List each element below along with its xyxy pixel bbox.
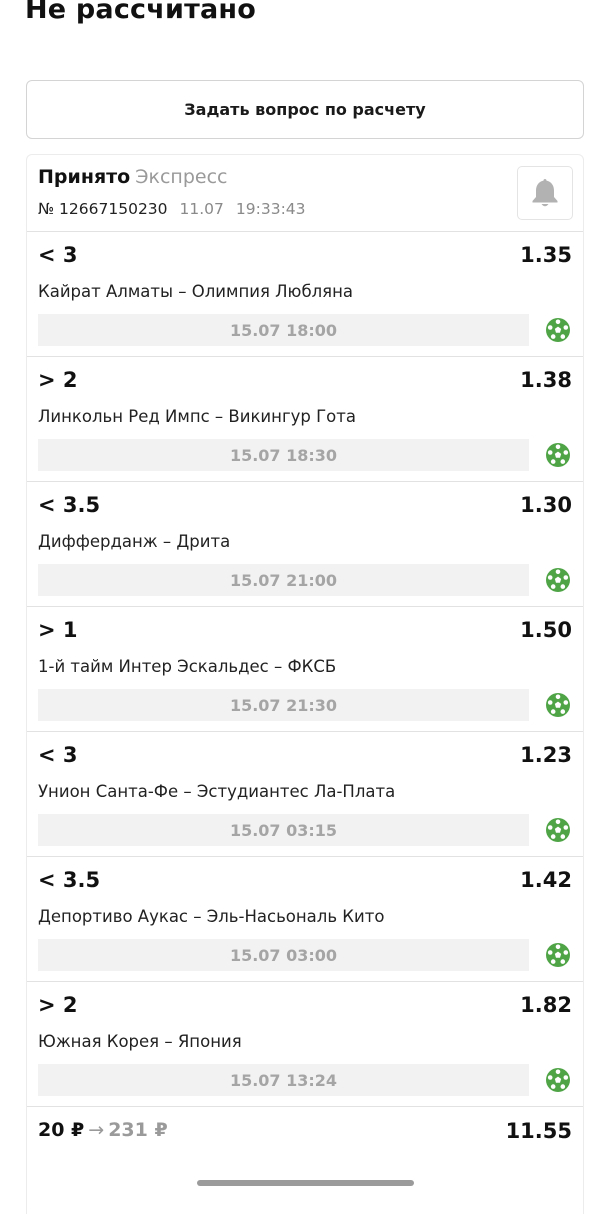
bet-number: № 12667150230 bbox=[38, 200, 168, 218]
event-match: Линкольн Ред Импс – Викингур Гота bbox=[38, 407, 356, 426]
page-title: Не рассчитано bbox=[25, 0, 256, 25]
event-match: Южная Корея – Япония bbox=[38, 1032, 242, 1051]
arrow-right-icon: → bbox=[88, 1119, 105, 1141]
event-datetime: 15.07 03:15 bbox=[38, 814, 529, 846]
bet-header: Принято Экспресс № 12667150230 11.07 19:33:… bbox=[27, 155, 583, 231]
event-row[interactable]: > 2 1.82 Южная Корея – Япония 15.07 13:2… bbox=[27, 981, 583, 1106]
event-datetime: 15.07 13:24 bbox=[38, 1064, 529, 1096]
event-row[interactable]: < 3.5 1.30 Дифферданж – Дрита 15.07 21:0… bbox=[27, 481, 583, 606]
event-match: Депортиво Аукас – Эль-Насьональ Кито bbox=[38, 907, 385, 926]
event-coefficient: 1.82 bbox=[520, 993, 572, 1017]
bet-type: Экспресс bbox=[135, 166, 228, 188]
potential-payout: 231 ₽ bbox=[108, 1119, 168, 1141]
event-outcome: > 1 bbox=[38, 618, 78, 642]
bet-footer: 20 ₽ → 231 ₽ 11.55 bbox=[27, 1106, 583, 1167]
event-row[interactable]: > 2 1.38 Линкольн Ред Импс – Викингур Го… bbox=[27, 356, 583, 481]
event-match: Унион Санта-Фе – Эстудиантес Ла-Плата bbox=[38, 782, 396, 801]
event-datetime: 15.07 18:30 bbox=[38, 439, 529, 471]
event-outcome: < 3.5 bbox=[38, 868, 101, 892]
event-coefficient: 1.50 bbox=[520, 618, 572, 642]
event-outcome: < 3 bbox=[38, 243, 78, 267]
bell-icon bbox=[532, 179, 558, 207]
stake-payout: 20 ₽ → 231 ₽ bbox=[38, 1119, 168, 1141]
bet-status-line: Принято Экспресс bbox=[38, 166, 227, 188]
event-coefficient: 1.23 bbox=[520, 743, 572, 767]
football-icon bbox=[546, 443, 570, 467]
football-icon bbox=[546, 693, 570, 717]
event-coefficient: 1.35 bbox=[520, 243, 572, 267]
event-row[interactable]: < 3 1.23 Унион Санта-Фе – Эстудиантес Ла… bbox=[27, 731, 583, 856]
football-icon bbox=[546, 1068, 570, 1092]
event-datetime: 15.07 21:30 bbox=[38, 689, 529, 721]
stake-amount: 20 ₽ bbox=[38, 1119, 85, 1141]
home-indicator[interactable] bbox=[197, 1180, 414, 1186]
bet-meta: № 12667150230 11.07 19:33:43 bbox=[38, 200, 306, 218]
event-outcome: > 2 bbox=[38, 368, 78, 392]
total-coefficient: 11.55 bbox=[505, 1119, 572, 1143]
bet-card: Принято Экспресс № 12667150230 11.07 19:33:… bbox=[26, 154, 584, 1214]
football-icon bbox=[546, 818, 570, 842]
event-match: Кайрат Алматы – Олимпия Любляна bbox=[38, 282, 353, 301]
event-coefficient: 1.30 bbox=[520, 493, 572, 517]
event-match: 1-й тайм Интер Эскальдес – ФКСБ bbox=[38, 657, 337, 676]
bet-status: Принято bbox=[38, 166, 131, 188]
event-outcome: < 3 bbox=[38, 743, 78, 767]
football-icon bbox=[546, 943, 570, 967]
ask-question-button[interactable]: Задать вопрос по расчету bbox=[26, 80, 584, 139]
event-row[interactable]: > 1 1.50 1-й тайм Интер Эскальдес – ФКСБ… bbox=[27, 606, 583, 731]
event-outcome: < 3.5 bbox=[38, 493, 101, 517]
football-icon bbox=[546, 568, 570, 592]
event-row[interactable]: < 3.5 1.42 Депортиво Аукас – Эль-Насьона… bbox=[27, 856, 583, 981]
bet-time: 19:33:43 bbox=[235, 200, 306, 218]
event-coefficient: 1.42 bbox=[520, 868, 572, 892]
event-coefficient: 1.38 bbox=[520, 368, 572, 392]
football-icon bbox=[546, 318, 570, 342]
event-row[interactable]: < 3 1.35 Кайрат Алматы – Олимпия Любляна… bbox=[27, 231, 583, 356]
event-outcome: > 2 bbox=[38, 993, 78, 1017]
event-datetime: 15.07 18:00 bbox=[38, 314, 529, 346]
event-match: Дифферданж – Дрита bbox=[38, 532, 231, 551]
bet-date: 11.07 bbox=[179, 200, 224, 218]
event-datetime: 15.07 03:00 bbox=[38, 939, 529, 971]
event-datetime: 15.07 21:00 bbox=[38, 564, 529, 596]
notify-button[interactable] bbox=[517, 166, 573, 220]
